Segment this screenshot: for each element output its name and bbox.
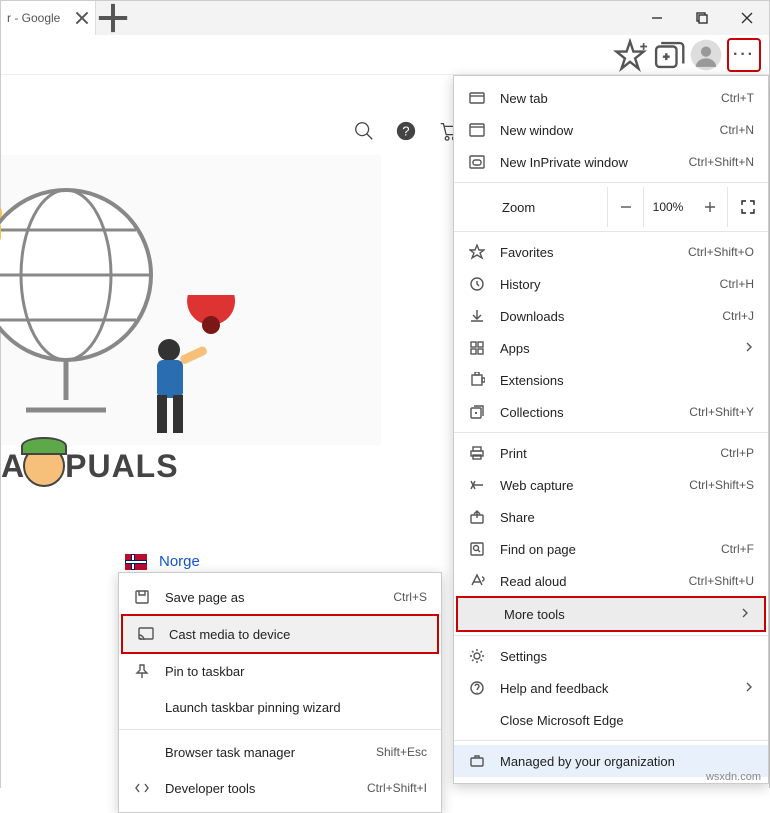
new-tab-button[interactable] xyxy=(96,1,130,35)
menu-item-help[interactable]: Help and feedback xyxy=(454,672,768,704)
favorites-star-icon[interactable] xyxy=(613,38,647,72)
download-icon xyxy=(468,308,486,324)
window-controls xyxy=(634,1,769,35)
devtools-icon xyxy=(133,780,151,796)
new-window-icon xyxy=(468,122,486,138)
profile-icon[interactable] xyxy=(689,38,723,72)
menu-item-new-window[interactable]: New window Ctrl+N xyxy=(454,114,768,146)
find-icon xyxy=(468,541,486,557)
menu-item-read-aloud[interactable]: Read aloud Ctrl+Shift+U xyxy=(454,565,768,597)
menu-item-inprivate[interactable]: New InPrivate window Ctrl+Shift+N xyxy=(454,146,768,178)
chevron-right-icon xyxy=(744,681,754,695)
menu-item-save-page-as[interactable]: Save page as Ctrl+S xyxy=(119,579,441,615)
norge-label: Norge xyxy=(159,553,200,570)
zoom-value: 100% xyxy=(644,200,692,214)
menu-item-web-capture[interactable]: Web capture Ctrl+Shift+S xyxy=(454,469,768,501)
close-window-button[interactable] xyxy=(724,1,769,35)
page-content: ? A PUALS Norge xyxy=(1,75,769,789)
norway-flag-icon xyxy=(125,554,147,570)
menu-item-pin-taskbar[interactable]: Pin to taskbar xyxy=(119,653,441,689)
zoom-out-button[interactable] xyxy=(608,187,644,227)
menu-item-favorites[interactable]: Favorites Ctrl+Shift+O xyxy=(454,236,768,268)
history-icon xyxy=(468,276,486,292)
help-icon[interactable]: ? xyxy=(395,120,417,145)
menu-item-pinning-wizard[interactable]: Launch taskbar pinning wizard xyxy=(119,689,441,725)
briefcase-icon xyxy=(468,753,486,769)
menu-item-task-manager[interactable]: Browser task manager Shift+Esc xyxy=(119,734,441,770)
more-tools-submenu: Save page as Ctrl+S Cast media to device… xyxy=(118,572,442,813)
watermark: wsxdn.com xyxy=(706,771,761,783)
menu-item-apps[interactable]: Apps xyxy=(454,332,768,364)
gear-icon xyxy=(468,648,486,664)
menu-item-developer-tools[interactable]: Developer tools Ctrl+Shift+I xyxy=(119,770,441,806)
menu-item-collections[interactable]: Collections Ctrl+Shift+Y xyxy=(454,396,768,428)
settings-menu: New tab Ctrl+T New window Ctrl+N New InP… xyxy=(453,75,769,784)
page-action-icons: ? xyxy=(353,120,459,145)
menu-item-cast-media[interactable]: Cast media to device xyxy=(123,616,437,652)
inprivate-icon xyxy=(468,154,486,170)
share-icon xyxy=(468,509,486,525)
minimize-button[interactable] xyxy=(634,1,679,35)
menu-separator xyxy=(454,432,768,433)
new-tab-icon xyxy=(468,90,486,106)
menu-item-zoom: Zoom 100% xyxy=(454,187,768,227)
menu-separator xyxy=(454,182,768,183)
menu-item-extensions[interactable]: Extensions xyxy=(454,364,768,396)
tab-title: r - Google xyxy=(7,11,75,25)
menu-item-find[interactable]: Find on page Ctrl+F xyxy=(454,533,768,565)
zoom-in-button[interactable] xyxy=(692,187,728,227)
menu-item-close-edge[interactable]: Close Microsoft Edge xyxy=(454,704,768,736)
chevron-right-icon xyxy=(740,607,750,621)
norge-link[interactable]: Norge xyxy=(125,553,200,570)
chevron-right-icon xyxy=(744,341,754,355)
menu-item-print[interactable]: Print Ctrl+P xyxy=(454,437,768,469)
search-icon[interactable] xyxy=(353,120,375,145)
logo-text: PUALS xyxy=(65,448,178,485)
apps-icon xyxy=(468,340,486,356)
menu-separator xyxy=(454,231,768,232)
collections-icon[interactable] xyxy=(651,38,685,72)
menu-separator xyxy=(454,635,768,636)
svg-text:?: ? xyxy=(402,124,409,139)
maximize-button[interactable] xyxy=(679,1,724,35)
print-icon xyxy=(468,445,486,461)
title-bar: r - Google xyxy=(1,1,769,35)
menu-item-settings[interactable]: Settings xyxy=(454,640,768,672)
more-menu-button[interactable]: ··· xyxy=(727,38,761,72)
menu-item-history[interactable]: History Ctrl+H xyxy=(454,268,768,300)
browser-toolbar: ··· xyxy=(1,35,769,75)
pin-icon xyxy=(133,663,151,679)
tab-close-icon[interactable] xyxy=(75,11,89,25)
collections-icon xyxy=(468,404,486,420)
help-icon xyxy=(468,680,486,696)
capture-icon xyxy=(468,477,486,493)
read-aloud-icon xyxy=(468,573,486,589)
menu-item-more-tools[interactable]: More tools xyxy=(458,598,764,630)
menu-item-share[interactable]: Share xyxy=(454,501,768,533)
person-pin-icon xyxy=(131,295,251,455)
fullscreen-button[interactable] xyxy=(728,199,768,215)
browser-tab[interactable]: r - Google xyxy=(1,1,96,35)
menu-item-new-tab[interactable]: New tab Ctrl+T xyxy=(454,82,768,114)
menu-separator xyxy=(119,729,441,730)
star-icon xyxy=(468,244,486,260)
cast-icon xyxy=(137,626,155,642)
logo-head-icon xyxy=(23,445,65,487)
menu-separator xyxy=(454,740,768,741)
menu-item-downloads[interactable]: Downloads Ctrl+J xyxy=(454,300,768,332)
page-illustration xyxy=(1,155,381,445)
appuals-logo: A PUALS xyxy=(1,445,179,487)
save-icon xyxy=(133,589,151,605)
extensions-icon xyxy=(468,372,486,388)
